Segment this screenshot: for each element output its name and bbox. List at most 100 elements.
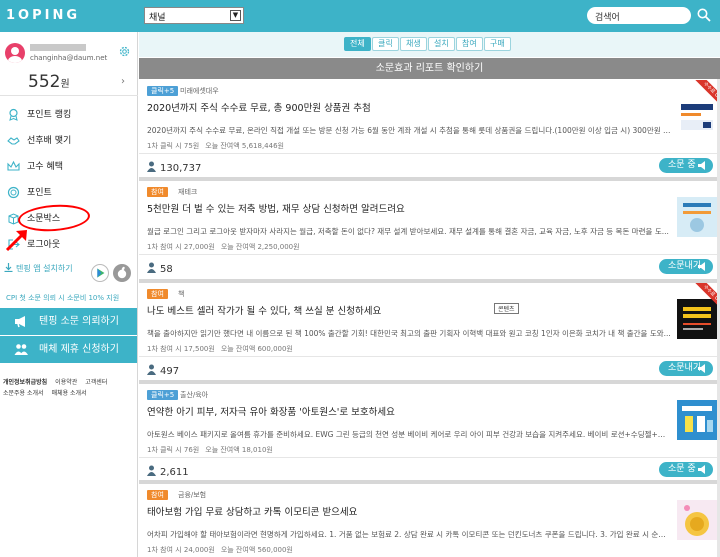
channel-select-value: 채널: [149, 13, 166, 23]
campaign-thumbnail[interactable]: [677, 500, 717, 540]
budget-text: 오늘 잔여액 5,618,446원: [205, 142, 284, 150]
points-unit: 원: [60, 79, 70, 90]
campaign-description: 월급 로그인 그리고 로그아웃 받자마자 사라지는 월급, 저축할 돈이 없다?…: [147, 227, 669, 236]
budget-text: 오늘 잔여액 600,000원: [220, 345, 293, 353]
campaign-card[interactable]: 클릭+5 출산/육아 연약한 아기 피부, 저자극 유아 화장품 '아토원스'로…: [139, 384, 720, 484]
points-balance[interactable]: 552원: [28, 72, 70, 92]
campaign-title[interactable]: 나도 베스트 셀러 작가가 될 수 있다, 책 쓰실 분 신청하세요: [147, 303, 381, 317]
campaign-title[interactable]: 5천만원 더 벌 수 있는 저축 방법, 재무 상담 신청하면 알려드려요: [147, 201, 405, 215]
medal-icon: [9, 108, 18, 121]
campaign-thumbnail[interactable]: [677, 400, 717, 440]
campaign-card[interactable]: 참여 재테크 5천만원 더 벌 수 있는 저축 방법, 재무 상담 신청하면 알…: [139, 181, 720, 283]
person-icon: [147, 161, 156, 172]
download-icon: [4, 263, 13, 272]
coin-icon: [7, 186, 20, 199]
cpi-promo-text[interactable]: CPI 첫 소문 의뢰 시 소문비 10% 지원: [6, 293, 119, 303]
campaign-card[interactable]: 클릭+5 미래에셋대우 2020년까지 주식 수수료 무료, 총 900만원 상…: [139, 80, 720, 181]
person-icon: [147, 364, 156, 375]
avatar[interactable]: [5, 43, 25, 63]
campaign-description: 책을 출아하지만 읽기만 했다면 내 이름으로 된 책 100% 출간할 기회!…: [147, 329, 671, 338]
chevron-right-icon[interactable]: ›: [121, 76, 125, 87]
report-banner[interactable]: 소문효과 리포트 확인하기: [139, 58, 720, 79]
request-rumor-label: 텐핑 소문 의뢰하기: [39, 316, 119, 327]
participant-number: 2,611: [160, 467, 189, 478]
channel-select[interactable]: 채널 ▼: [144, 7, 244, 24]
share-button[interactable]: 소문내기: [659, 361, 713, 376]
share-button[interactable]: 소문 중: [659, 158, 713, 173]
campaign-title[interactable]: 2020년까지 주식 수수료 무료, 총 900만원 상품권 추첨: [147, 100, 371, 114]
media-partner-label: 매체 제휴 신청하기: [39, 344, 119, 355]
privacy-policy-link[interactable]: 개인정보취급방침: [3, 379, 47, 386]
crown-icon: [7, 160, 20, 171]
sidebar-item-mentor[interactable]: 선후배 맺기: [0, 128, 138, 154]
sidebar-item-point[interactable]: 포인트: [0, 180, 138, 206]
app-install-label: 텐핑 앱 설치하기: [16, 264, 73, 273]
people-icon: [14, 344, 28, 355]
participant-number: 130,737: [160, 163, 202, 174]
request-rumor-button[interactable]: 텐핑 소문 의뢰하기: [0, 308, 137, 335]
apple-icon[interactable]: [113, 264, 131, 282]
sidebar-item-expert-benefit[interactable]: 고수 혜택: [0, 154, 138, 180]
campaign-title[interactable]: 연약한 아기 피부, 저자극 유아 화장품 '아토원스'로 보호하세요: [147, 404, 395, 418]
reward-text: 1차 참여 시 24,000원: [147, 546, 215, 554]
customer-center-link[interactable]: 고객센터: [85, 379, 107, 386]
person-icon: [147, 262, 156, 273]
campaign-meta: 1차 클릭 시 75원 오늘 잔여액 5,618,446원: [147, 141, 290, 151]
share-button-label: 소문내기: [668, 363, 702, 373]
username-masked: [30, 44, 86, 51]
share-button-label: 소문 중: [668, 160, 696, 170]
handshake-icon: [7, 137, 20, 145]
sidebar-item-label: 고수 혜택: [27, 162, 63, 172]
tab-join[interactable]: 참여: [456, 37, 483, 51]
tab-install[interactable]: 설치: [428, 37, 455, 51]
share-button[interactable]: 소문 중: [659, 462, 713, 477]
tab-play[interactable]: 채생: [400, 37, 427, 51]
budget-text: 오늘 잔여액 2,250,000원: [220, 243, 300, 251]
campaign-description: 아토원스 베이스 패키지로 올여름 휴가를 준비하세요. EWG 그린 등급의 …: [147, 430, 671, 439]
sidebar-item-label: 포인트: [27, 188, 52, 198]
speaker-icon: [698, 262, 705, 271]
tab-click[interactable]: 클릭: [372, 37, 399, 51]
tab-purchase[interactable]: 구매: [484, 37, 511, 51]
category-label: 책: [178, 290, 185, 298]
arrow-annotation-icon: [5, 230, 27, 252]
participant-count: 2,611: [147, 465, 189, 478]
campaign-description: 2020년까지 주식 수수료 무료, 온라인 직접 개설 또는 방문 신청 가능…: [147, 126, 671, 135]
search-icon[interactable]: [697, 8, 711, 22]
reward-text: 1차 참여 시 27,000원: [147, 243, 215, 251]
campaign-title[interactable]: 태아보험 가입 무료 상담하고 카톡 이모티콘 받으세요: [147, 504, 357, 518]
type-tag: 참여: [147, 187, 168, 197]
logo[interactable]: 1OPING: [6, 8, 80, 23]
app-root: 1OPING 채널 ▼ 검색어 changinha@daum.net 552원 …: [0, 0, 720, 557]
campaign-meta: 1차 클릭 시 76원 오늘 잔여액 18,010원: [147, 445, 279, 455]
participant-number: 497: [160, 366, 180, 377]
category-label: 금융/보험: [178, 491, 207, 499]
media-intro-link[interactable]: 매체용 소개서: [52, 390, 87, 397]
filter-bar: 전체 클릭 채생 설치 참여 구매: [139, 32, 720, 57]
budget-text: 오늘 잔여액 560,000원: [220, 546, 293, 554]
campaign-card[interactable]: 참여 금융/보험 태아보험 가입 무료 상담하고 카톡 이모티콘 받으세요 어차…: [139, 484, 720, 557]
share-button[interactable]: 소문내기: [659, 259, 713, 274]
megaphone-icon: [15, 316, 25, 328]
campaign-card[interactable]: 참여 책 나도 베스트 셀러 작가가 될 수 있다, 책 쓰실 분 신청하세요 …: [139, 283, 720, 384]
terms-link[interactable]: 이용약관: [55, 379, 77, 386]
campaign-meta: 1차 참여 시 17,500원 오늘 잔여액 600,000원: [147, 344, 299, 354]
app-install-link[interactable]: 텐핑 앱 설치하기: [4, 263, 73, 274]
budget-text: 오늘 잔여액 18,010원: [205, 446, 273, 454]
media-partner-button[interactable]: 매체 제휴 신청하기: [0, 336, 137, 363]
sidebar-item-point-ranking[interactable]: 포인트 랭킹: [0, 102, 138, 128]
advertiser-intro-link[interactable]: 소문주용 소개서: [3, 390, 44, 397]
participant-number: 58: [160, 264, 173, 275]
points-number: 552: [28, 72, 61, 92]
tab-all[interactable]: 전체: [344, 37, 371, 51]
type-tag: 참여: [147, 289, 168, 299]
category-label: 출산/육아: [180, 391, 209, 399]
sidebar-item-label: 포인트 랭킹: [27, 110, 72, 120]
search-input[interactable]: 검색어: [587, 7, 691, 24]
google-play-icon[interactable]: [91, 264, 109, 282]
campaign-meta: 1차 참여 시 27,000원 오늘 잔여액 2,250,000원: [147, 242, 306, 252]
speaker-icon: [698, 465, 705, 474]
campaign-thumbnail[interactable]: [677, 197, 717, 237]
gear-icon[interactable]: [118, 45, 131, 58]
reward-text: 1차 클릭 시 76원: [147, 446, 200, 454]
